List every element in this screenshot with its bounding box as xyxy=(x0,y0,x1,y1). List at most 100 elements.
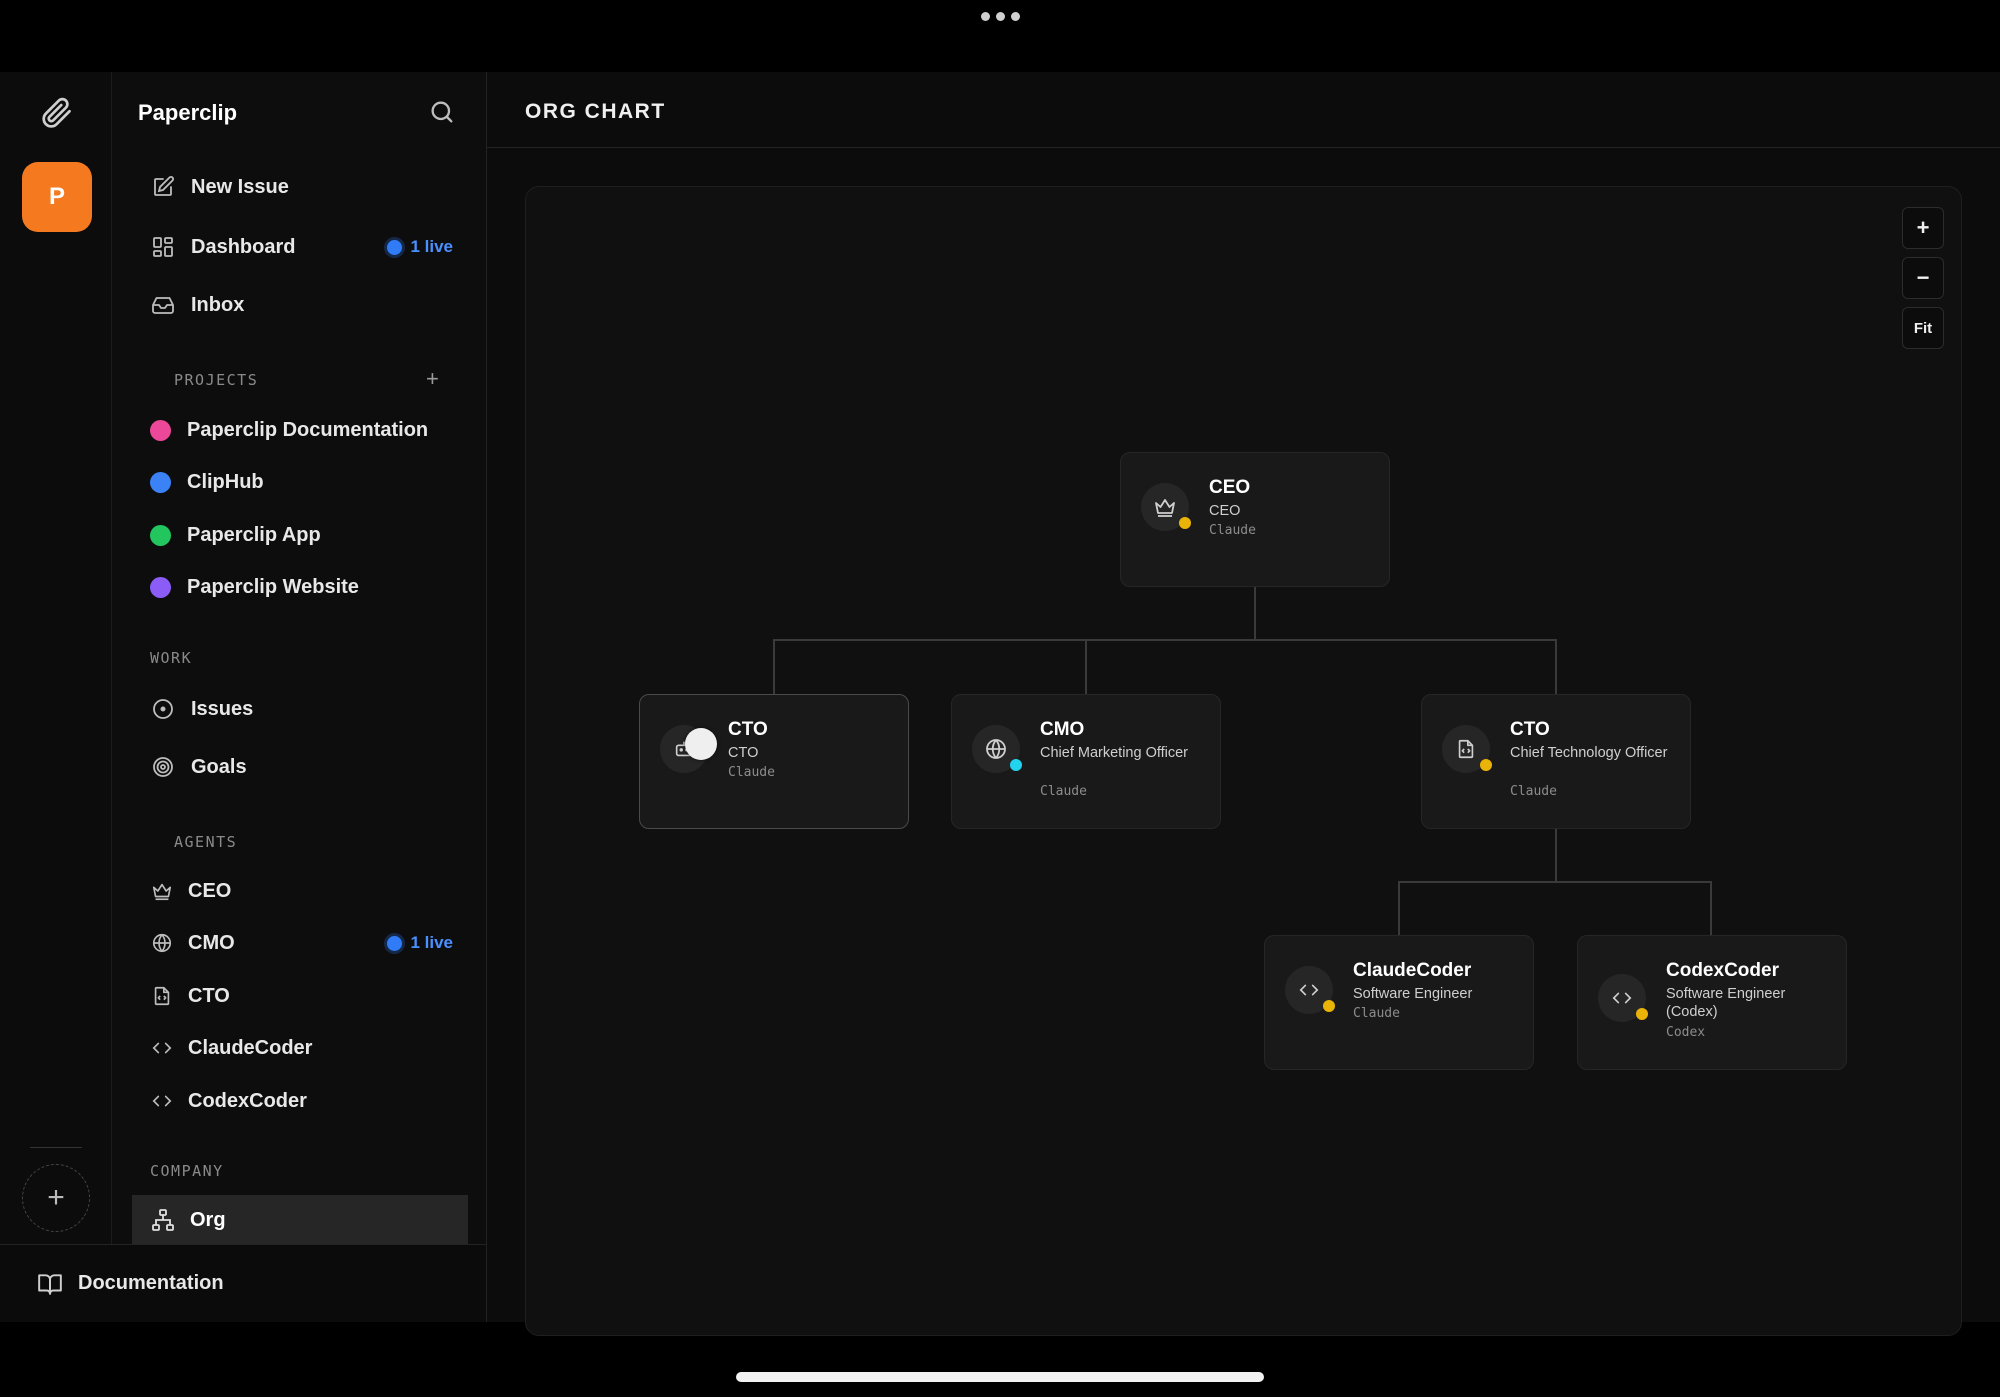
zoom-fit-button[interactable]: Fit xyxy=(1902,307,1944,349)
node-name: CEO xyxy=(1209,477,1251,498)
add-company-button[interactable]: + xyxy=(22,1164,90,1232)
edit-icon xyxy=(150,174,176,200)
company-avatar[interactable]: P xyxy=(22,162,92,232)
inbox-icon xyxy=(150,292,176,318)
org-chart-canvas[interactable]: + − Fit CEO CEO Claude CTO CTO Claude CM… xyxy=(525,186,1962,1336)
status-dot xyxy=(1323,1000,1335,1012)
circle-dot-icon xyxy=(150,696,176,722)
status-dot xyxy=(1480,759,1492,771)
agent-label: CEO xyxy=(188,879,232,902)
node-model: Claude xyxy=(1040,784,1087,799)
node-role: Software Engineer (Codex) xyxy=(1666,986,1786,1020)
nav-label: Issues xyxy=(191,697,254,720)
agent-item-cto[interactable]: CTO xyxy=(112,974,487,1018)
project-color-dot xyxy=(150,419,171,441)
org-node-cto-technology[interactable]: CTO Chief Technology Officer Claude xyxy=(1421,694,1691,829)
status-dot xyxy=(1636,1008,1648,1020)
live-badge: 1 live xyxy=(387,237,453,257)
node-model: Claude xyxy=(1209,523,1256,538)
project-item[interactable]: ClipHub xyxy=(112,460,487,504)
page-title: ORG CHART xyxy=(525,100,666,123)
agent-label: ClaudeCoder xyxy=(188,1036,313,1059)
status-dot xyxy=(1179,517,1191,529)
target-icon xyxy=(150,754,176,780)
org-node-cmo[interactable]: CMO Chief Marketing Officer Claude xyxy=(951,694,1221,829)
nav-issues[interactable]: Issues xyxy=(112,684,487,734)
project-label: Paperclip Documentation xyxy=(187,418,429,441)
connector-line xyxy=(1254,587,1256,639)
agent-item-codexcoder[interactable]: CodexCoder xyxy=(112,1079,487,1123)
globe-icon xyxy=(150,931,174,955)
sidebar: Paperclip New Issue Dashboard 1 live Inb… xyxy=(112,72,487,1245)
project-item[interactable]: Paperclip App xyxy=(112,513,487,557)
dashboard-icon xyxy=(150,234,176,260)
live-badge: 1 live xyxy=(387,933,453,953)
node-role: Software Engineer xyxy=(1353,986,1473,1002)
connector-line xyxy=(1085,639,1087,694)
node-model: Claude xyxy=(1353,1006,1400,1021)
org-node-codexcoder[interactable]: CodexCoder Software Engineer (Codex) Cod… xyxy=(1577,935,1847,1070)
nav-label: Org xyxy=(190,1208,226,1231)
connector-line xyxy=(1398,881,1400,935)
project-color-dot xyxy=(150,576,171,598)
connector-line xyxy=(773,639,1557,641)
project-color-dot xyxy=(150,471,171,493)
search-icon[interactable] xyxy=(428,98,456,126)
app-title: Paperclip xyxy=(138,100,238,125)
home-indicator[interactable] xyxy=(736,1372,1264,1382)
node-name: CTO xyxy=(728,719,768,740)
project-label: Paperclip App xyxy=(187,523,321,546)
connector-line xyxy=(1710,881,1712,935)
nav-org[interactable]: Org xyxy=(132,1195,468,1245)
crown-icon xyxy=(150,879,174,903)
org-node-claudecoder[interactable]: ClaudeCoder Software Engineer Claude xyxy=(1264,935,1534,1070)
window-menu-dots[interactable] xyxy=(0,12,2000,28)
agent-item-ceo[interactable]: CEO xyxy=(112,869,487,913)
node-name: CodexCoder xyxy=(1666,960,1779,981)
paperclip-logo-icon xyxy=(38,94,74,130)
documentation-label: Documentation xyxy=(78,1272,224,1294)
main-panel: ORG CHART + − Fit CEO CEO Claude CTO CTO… xyxy=(487,72,2000,1336)
project-label: ClipHub xyxy=(187,470,264,493)
project-item[interactable]: Paperclip Documentation xyxy=(112,408,487,452)
node-role: Chief Technology Officer xyxy=(1510,745,1668,761)
projects-heading: PROJECTS xyxy=(174,371,259,389)
agent-label: CTO xyxy=(188,984,230,1007)
documentation-link[interactable]: Documentation xyxy=(0,1244,487,1322)
node-model: Claude xyxy=(1510,784,1557,799)
add-project-button[interactable]: + xyxy=(426,366,439,392)
nav-dashboard[interactable]: Dashboard 1 live xyxy=(112,222,487,272)
node-model: Codex xyxy=(1666,1025,1706,1040)
nav-label: Goals xyxy=(191,755,247,778)
org-chart-icon xyxy=(150,1207,176,1233)
agent-label: CodexCoder xyxy=(188,1089,307,1112)
work-heading: WORK xyxy=(150,649,193,667)
file-code-icon xyxy=(150,984,174,1008)
nav-label: New Issue xyxy=(191,175,289,198)
connector-line xyxy=(1555,639,1557,694)
app-window: P + Paperclip New Issue Dashboard 1 live… xyxy=(0,72,2000,1336)
company-heading: COMPANY xyxy=(150,1162,224,1180)
connector-line xyxy=(1398,881,1712,883)
nav-label: Dashboard xyxy=(191,235,296,258)
node-role: CEO xyxy=(1209,503,1241,519)
zoom-out-button[interactable]: − xyxy=(1902,257,1944,299)
org-node-ceo[interactable]: CEO CEO Claude xyxy=(1120,452,1390,587)
connector-line xyxy=(773,639,775,694)
nav-new-issue[interactable]: New Issue xyxy=(112,162,487,212)
code-icon xyxy=(150,1036,174,1060)
zoom-in-button[interactable]: + xyxy=(1902,207,1944,249)
org-node-cto[interactable]: CTO CTO Claude xyxy=(639,694,909,829)
project-label: Paperclip Website xyxy=(187,575,359,598)
drag-handle[interactable] xyxy=(685,728,717,760)
node-model: Claude xyxy=(728,765,775,780)
agent-item-claudecoder[interactable]: ClaudeCoder xyxy=(112,1026,487,1070)
project-item[interactable]: Paperclip Website xyxy=(112,565,487,609)
nav-goals[interactable]: Goals xyxy=(112,742,487,792)
nav-label: Inbox xyxy=(191,293,245,316)
nav-inbox[interactable]: Inbox xyxy=(112,280,487,330)
code-icon xyxy=(150,1089,174,1113)
agent-item-cmo[interactable]: CMO 1 live xyxy=(112,921,487,965)
status-dot xyxy=(1010,759,1022,771)
node-name: ClaudeCoder xyxy=(1353,960,1472,981)
